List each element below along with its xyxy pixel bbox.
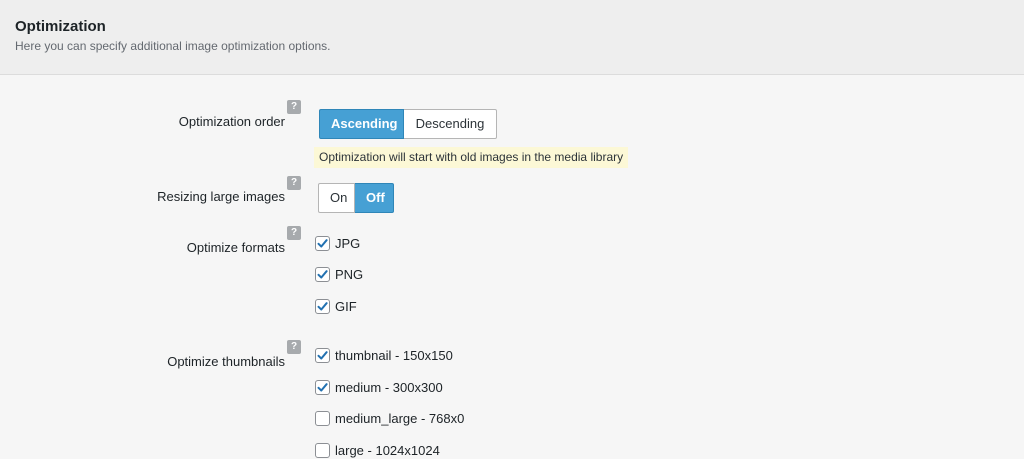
thumbnail-checkbox[interactable] xyxy=(315,347,330,363)
medium-large-item: medium_large - 768x0 xyxy=(315,409,464,427)
medium-label: medium - 300x300 xyxy=(335,379,443,395)
png-label: PNG xyxy=(335,266,364,282)
format-jpg: JPG xyxy=(315,234,360,252)
optimization-order-label: Optimization order xyxy=(178,114,285,129)
large-label: large - 1024x1024 xyxy=(335,442,440,458)
optimize-thumbnails-label: Optimize thumbnails xyxy=(167,354,285,369)
large-item: large - 1024x1024 xyxy=(315,441,440,459)
help-icon[interactable]: ? xyxy=(287,226,301,240)
resizing-label: Resizing large images xyxy=(157,189,285,204)
resizing-off-button[interactable]: Off xyxy=(355,183,394,213)
format-png: PNG xyxy=(315,265,363,283)
help-icon[interactable]: ? xyxy=(287,340,301,354)
checkmark-icon xyxy=(317,350,328,359)
section-description: Here you can specify additional image op… xyxy=(15,39,331,53)
checkmark-icon xyxy=(317,382,328,391)
medium-large-checkbox[interactable] xyxy=(315,410,330,426)
resizing-toggle: On Off xyxy=(318,183,394,213)
medium-item: medium - 300x300 xyxy=(315,378,443,396)
checkmark-icon xyxy=(317,269,328,278)
resizing-on-button[interactable]: On xyxy=(318,183,355,213)
ascending-button[interactable]: Ascending xyxy=(319,109,404,139)
descending-button[interactable]: Descending xyxy=(404,109,497,139)
section-title: Optimization xyxy=(15,18,106,35)
jpg-checkbox[interactable] xyxy=(315,235,330,251)
medium-large-label: medium_large - 768x0 xyxy=(335,410,465,426)
help-icon[interactable]: ? xyxy=(287,176,301,190)
optimization-order-hint: Optimization will start with old images … xyxy=(314,147,629,168)
optimization-order-toggle: Ascending Descending xyxy=(319,109,497,139)
png-checkbox[interactable] xyxy=(315,266,330,282)
help-icon[interactable]: ? xyxy=(287,100,301,114)
checkmark-icon xyxy=(317,301,328,310)
medium-checkbox[interactable] xyxy=(315,379,330,395)
large-checkbox[interactable] xyxy=(315,442,330,458)
thumbnail-item: thumbnail - 150x150 xyxy=(315,346,453,364)
gif-label: GIF xyxy=(335,298,357,314)
thumbnail-label: thumbnail - 150x150 xyxy=(335,347,453,363)
checkmark-icon xyxy=(317,238,328,247)
optimize-formats-label: Optimize formats xyxy=(186,240,285,255)
format-gif: GIF xyxy=(315,297,357,315)
jpg-label: JPG xyxy=(335,235,361,251)
gif-checkbox[interactable] xyxy=(315,298,330,314)
section-header: Optimization Here you can specify additi… xyxy=(0,0,1024,75)
